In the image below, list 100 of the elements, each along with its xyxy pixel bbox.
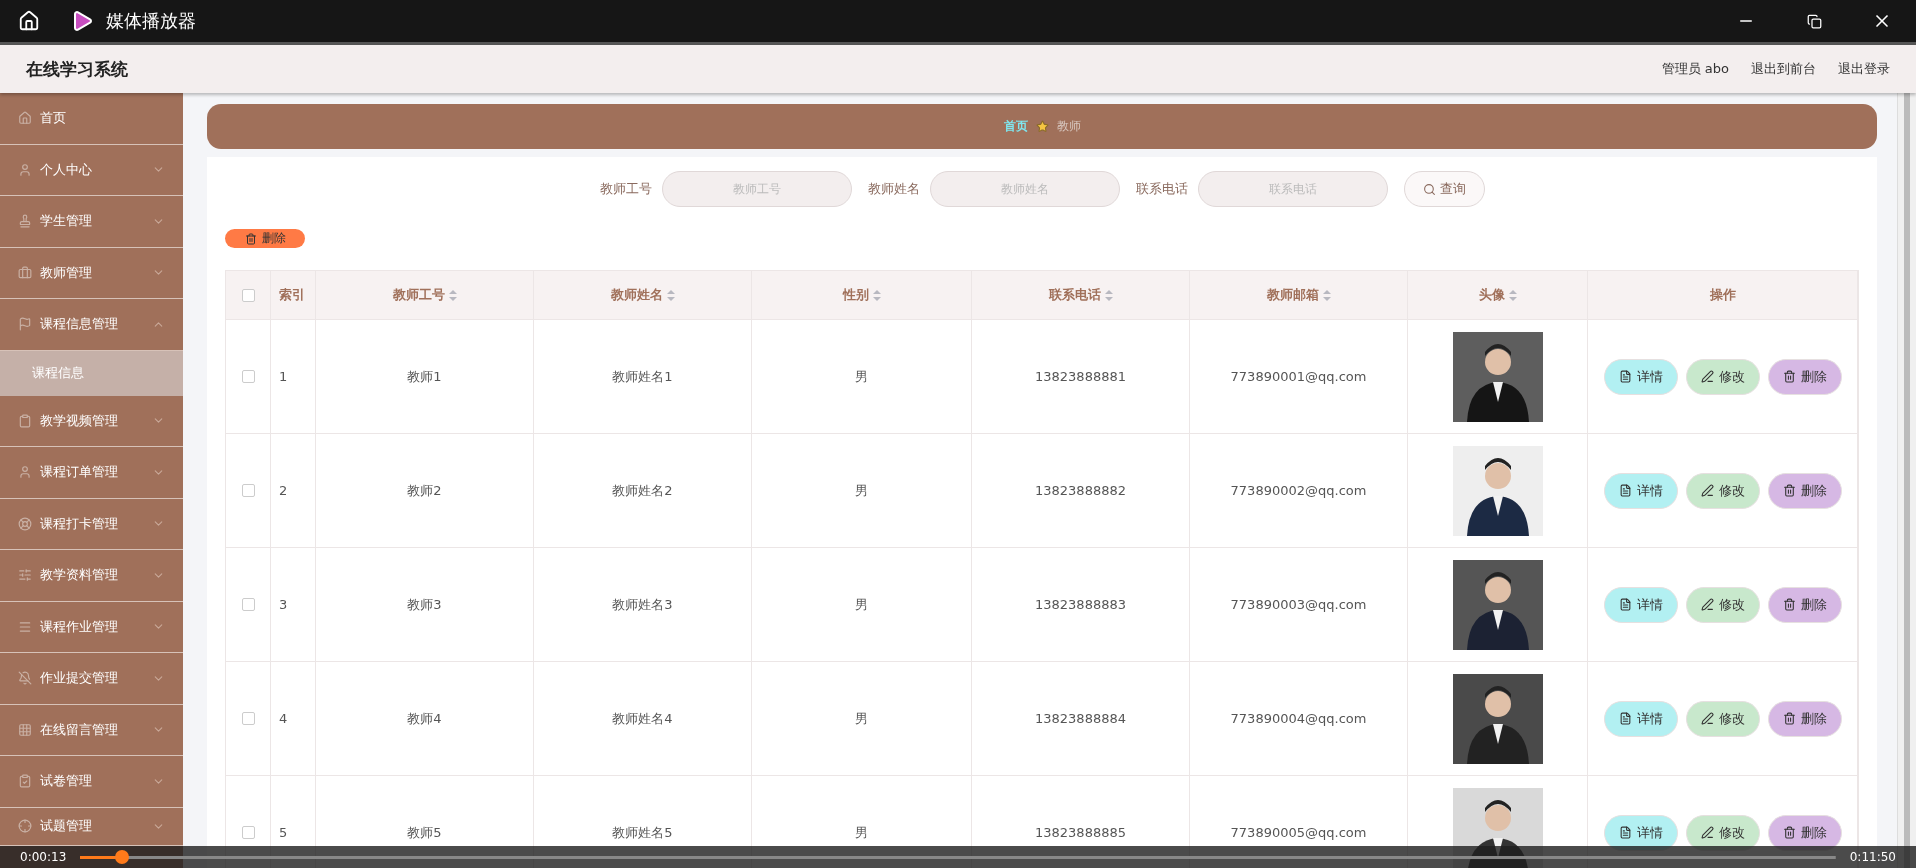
breadcrumb-link[interactable]: 首页: [1003, 118, 1028, 135]
column-header[interactable]: 索引: [279, 286, 305, 304]
sort-icon[interactable]: [1508, 289, 1517, 301]
document-icon: [1618, 484, 1632, 497]
sidebar-item[interactable]: 教学资料管理: [0, 550, 183, 602]
field-label: 教师工号: [599, 180, 652, 198]
document-icon: [1618, 370, 1632, 383]
search-icon: [1422, 182, 1436, 196]
row-checkbox[interactable]: [241, 712, 255, 725]
header-link[interactable]: 退出到前台: [1751, 60, 1816, 78]
grid-icon: [18, 722, 32, 737]
column-header[interactable]: 性别: [842, 286, 869, 304]
sort-icon[interactable]: [666, 289, 675, 301]
trash-icon: [244, 232, 257, 245]
sidebar-item[interactable]: 试卷管理: [0, 756, 183, 808]
row-checkbox[interactable]: [241, 370, 255, 383]
sidebar-item[interactable]: 教学视频管理: [0, 395, 183, 447]
column-header[interactable]: 教师姓名: [610, 286, 663, 304]
column-header[interactable]: 头像: [1478, 286, 1505, 304]
edit-button[interactable]: 修改: [1685, 358, 1760, 395]
column-header[interactable]: 操作: [1709, 286, 1736, 304]
sidebar-item[interactable]: 试题管理: [0, 807, 183, 846]
table-cell: 5: [279, 825, 288, 840]
table-cell: 教师4: [407, 709, 442, 728]
sort-icon[interactable]: [448, 289, 457, 301]
table-cell: 教师5: [407, 823, 442, 842]
sort-icon[interactable]: [1322, 289, 1331, 301]
user-icon: [18, 162, 32, 177]
sort-icon[interactable]: [872, 289, 881, 301]
seek-thumb[interactable]: [115, 850, 130, 864]
header-link[interactable]: 管理员 abo: [1661, 60, 1729, 78]
sidebar-item[interactable]: 学生管理: [0, 196, 183, 248]
sidebar-item[interactable]: 课程作业管理: [0, 601, 183, 653]
sidebar-item[interactable]: 在线留言管理: [0, 704, 183, 756]
detail-button[interactable]: 详情: [1603, 358, 1678, 395]
table-cell: 13823888882: [1035, 483, 1126, 498]
sidebar-item[interactable]: 教师管理: [0, 247, 183, 299]
sort-icon[interactable]: [1104, 289, 1113, 301]
edit-button[interactable]: 修改: [1685, 700, 1760, 737]
delete-button[interactable]: 删除: [1767, 358, 1842, 395]
app-title: 在线学习系统: [26, 57, 128, 81]
row-checkbox[interactable]: [241, 484, 255, 497]
table-cell: 教师姓名3: [612, 595, 673, 614]
table-cell: 773890003@qq.com: [1230, 597, 1367, 612]
total-time: 0:11:50: [1849, 850, 1896, 864]
trash-icon: [1782, 484, 1796, 497]
delete-button[interactable]: 删除: [1767, 700, 1842, 737]
detail-button[interactable]: 详情: [1603, 586, 1678, 623]
table-cell: 13823888881: [1035, 369, 1126, 384]
delete-button[interactable]: 删除: [1767, 472, 1842, 509]
restore-icon[interactable]: [1806, 13, 1822, 29]
bell-off-icon: [18, 671, 32, 686]
sidebar-item[interactable]: 首页: [0, 93, 183, 145]
trash-icon: [1782, 598, 1796, 611]
delete-button[interactable]: 删除: [225, 229, 305, 248]
table-cell: 773890001@qq.com: [1230, 369, 1367, 384]
detail-button[interactable]: 详情: [1603, 472, 1678, 509]
row-checkbox[interactable]: [241, 826, 255, 839]
detail-button[interactable]: 详情: [1603, 700, 1678, 737]
crosshair-icon: [18, 819, 32, 833]
table-cell: 13823888884: [1035, 711, 1126, 726]
sidebar-item[interactable]: 课程信息管理: [0, 299, 183, 351]
column-header[interactable]: 联系电话: [1048, 286, 1101, 304]
row-checkbox[interactable]: [241, 598, 255, 611]
home-icon[interactable]: [18, 10, 40, 32]
header-link[interactable]: 退出登录: [1838, 60, 1890, 78]
column-header[interactable]: 教师工号: [392, 286, 445, 304]
table-cell: 1: [279, 369, 288, 384]
table-cell: 教师1: [407, 367, 442, 386]
query-button[interactable]: 查询: [1403, 171, 1485, 207]
trash-icon: [1782, 712, 1796, 725]
sidebar-item[interactable]: 课程打卡管理: [0, 498, 183, 550]
sidebar-item[interactable]: 作业提交管理: [0, 653, 183, 705]
delete-button[interactable]: 删除: [1767, 586, 1842, 623]
pencil-icon: [1700, 370, 1714, 383]
field-label: 联系电话: [1135, 180, 1188, 198]
sidebar-item[interactable]: 个人中心: [0, 144, 183, 196]
document-icon: [1618, 826, 1632, 839]
column-header[interactable]: 教师邮箱: [1266, 286, 1319, 304]
pencil-icon: [1700, 598, 1714, 611]
table-cell: 2: [279, 483, 288, 498]
table-cell: 男: [855, 709, 868, 728]
table-cell: 男: [855, 823, 868, 842]
breadcrumb-link[interactable]: 教师: [1056, 118, 1081, 135]
document-icon: [1618, 712, 1632, 725]
table-cell: 教师3: [407, 595, 442, 614]
pencil-icon: [1700, 712, 1714, 725]
table-cell: 男: [855, 367, 868, 386]
elapsed-time: 0:00:13: [20, 850, 67, 864]
home-icon: [18, 111, 32, 126]
table-cell: 教师姓名1: [612, 367, 673, 386]
window-title: 媒体播放器: [106, 9, 196, 33]
edit-button[interactable]: 修改: [1685, 472, 1760, 509]
edit-button[interactable]: 修改: [1685, 586, 1760, 623]
sidebar-item[interactable]: 课程订单管理: [0, 447, 183, 499]
select-all-checkbox[interactable]: [241, 288, 255, 302]
table-cell: 13823888883: [1035, 597, 1126, 612]
table-cell: 773890004@qq.com: [1230, 711, 1367, 726]
table-cell: 13823888885: [1035, 825, 1126, 840]
table-cell: 教师2: [407, 481, 442, 500]
